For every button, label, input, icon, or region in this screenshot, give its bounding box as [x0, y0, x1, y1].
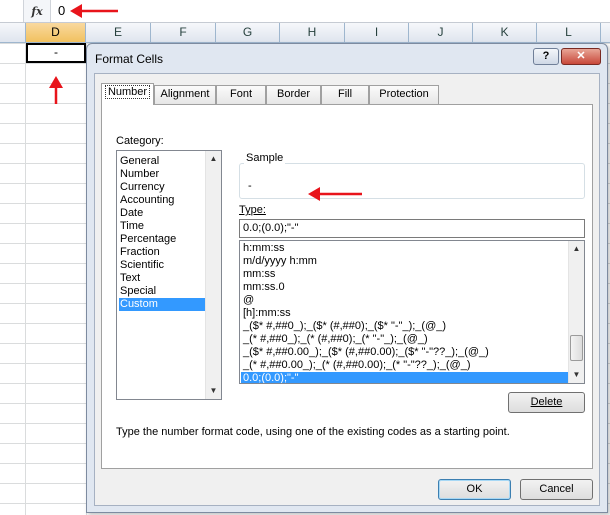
tab-number-label: Number [104, 85, 151, 99]
column-header-i[interactable]: I [345, 23, 409, 42]
insert-function-button[interactable]: fx [23, 0, 51, 22]
column-header-l[interactable]: L [537, 23, 601, 42]
tab-border[interactable]: Border [266, 85, 321, 104]
category-item[interactable]: Number [119, 168, 207, 181]
format-code-item[interactable]: _($* #,##0_);_($* (#,##0);_($* "-"_);_(@… [241, 320, 570, 333]
sample-value: - [248, 180, 252, 192]
category-item[interactable]: Currency [119, 181, 207, 194]
delete-button-label: Delete [530, 396, 563, 408]
number-tab-page: Category: General Number Currency Accoun… [101, 104, 593, 469]
column-headers: D E F G H I J K L [0, 23, 610, 43]
category-item[interactable]: General [119, 155, 207, 168]
format-code-item[interactable]: m/d/yyyy h:mm [241, 255, 570, 268]
category-list[interactable]: General Number Currency Accounting Date … [116, 150, 222, 400]
category-item[interactable]: Time [119, 220, 207, 233]
format-code-item[interactable]: mm:ss.0 [241, 281, 570, 294]
sample-group: Sample - [239, 152, 585, 199]
format-code-item-selected[interactable]: 0.0;(0.0);"-" [241, 372, 570, 383]
scroll-up-arrow-icon[interactable]: ▲ [569, 241, 584, 257]
column-header-h[interactable]: H [280, 23, 345, 42]
ok-button[interactable]: OK [438, 479, 511, 500]
type-label: Type: [239, 204, 266, 216]
dialog-titlebar[interactable]: Format Cells ? ✕ [87, 44, 607, 72]
grid-line [25, 43, 26, 515]
close-button[interactable]: ✕ [561, 48, 601, 65]
select-all-corner[interactable] [0, 23, 26, 42]
red-arrow-type-icon [308, 187, 362, 201]
type-input[interactable]: 0.0;(0.0);"-" [239, 219, 585, 238]
category-item[interactable]: Text [119, 272, 207, 285]
category-item[interactable]: Percentage [119, 233, 207, 246]
format-code-item[interactable]: _(* #,##0.00_);_(* (#,##0.00);_(* "-"??_… [241, 359, 570, 372]
dialog-body: Number Alignment Font Border Fill Protec… [94, 73, 600, 506]
scroll-thumb[interactable] [570, 335, 583, 361]
column-header-k[interactable]: K [473, 23, 537, 42]
format-list-scrollbar[interactable]: ▲ ▼ [568, 241, 584, 383]
format-code-list[interactable]: h:mm:ss m/d/yyyy h:mm mm:ss mm:ss.0 @ [h… [239, 240, 585, 384]
category-item[interactable]: Scientific [119, 259, 207, 272]
format-code-item[interactable]: _(* #,##0_);_(* (#,##0);_(* "-"_);_(@_) [241, 333, 570, 346]
tab-alignment[interactable]: Alignment [154, 85, 216, 104]
column-header-e[interactable]: E [86, 23, 151, 42]
column-header-f[interactable]: F [151, 23, 216, 42]
scroll-down-arrow-icon[interactable]: ▼ [206, 383, 221, 399]
red-arrow-formula-icon [70, 4, 118, 18]
format-cells-dialog: Format Cells ? ✕ Number Alignment Font B… [86, 43, 608, 513]
scroll-up-arrow-icon[interactable]: ▲ [206, 151, 221, 167]
category-label: Category: [116, 135, 164, 147]
category-item[interactable]: Fraction [119, 246, 207, 259]
tab-fill[interactable]: Fill [321, 85, 369, 104]
help-button[interactable]: ? [533, 48, 559, 65]
cell-d1[interactable]: - [26, 43, 86, 63]
tab-number[interactable]: Number [101, 83, 154, 105]
cancel-button[interactable]: Cancel [520, 479, 593, 500]
format-code-item[interactable]: mm:ss [241, 268, 570, 281]
column-header-g[interactable]: G [216, 23, 280, 42]
format-code-item[interactable]: [h]:mm:ss [241, 307, 570, 320]
delete-button[interactable]: Delete [508, 392, 585, 413]
red-arrow-cell-icon [49, 76, 63, 104]
category-scrollbar[interactable]: ▲ ▼ [205, 151, 221, 399]
column-header-j[interactable]: J [409, 23, 473, 42]
category-item[interactable]: Special [119, 285, 207, 298]
sample-label: Sample [244, 152, 286, 164]
format-code-item[interactable]: h:mm:ss [241, 242, 570, 255]
format-code-item[interactable]: @ [241, 294, 570, 307]
dialog-title: Format Cells [95, 52, 164, 66]
format-description: Type the number format code, using one o… [116, 426, 510, 438]
formula-bar-value[interactable]: 0 [58, 3, 65, 18]
category-item-selected[interactable]: Custom [119, 298, 207, 311]
column-header-d[interactable]: D [26, 23, 86, 42]
category-item[interactable]: Accounting [119, 194, 207, 207]
category-item[interactable]: Date [119, 207, 207, 220]
format-code-item[interactable]: _($* #,##0.00_);_($* (#,##0.00);_($* "-"… [241, 346, 570, 359]
tab-protection[interactable]: Protection [369, 85, 439, 104]
scroll-down-arrow-icon[interactable]: ▼ [569, 367, 584, 383]
tab-font[interactable]: Font [216, 85, 266, 104]
